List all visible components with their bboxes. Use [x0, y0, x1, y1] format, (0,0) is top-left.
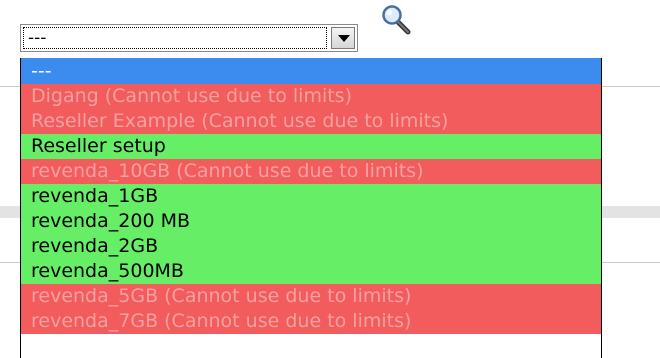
dropdown-option[interactable]: revenda_10GB (Cannot use due to limits): [21, 159, 601, 184]
dropdown-option[interactable]: ---: [21, 58, 601, 84]
dropdown-option[interactable]: revenda_200 MB: [21, 209, 601, 234]
dropdown-options-list[interactable]: --- Digang (Cannot use due to limits) Re…: [20, 58, 602, 358]
dropdown-option[interactable]: revenda_500MB: [21, 259, 601, 284]
dropdown-option[interactable]: Reseller setup: [21, 134, 601, 159]
dropdown-option[interactable]: revenda_1GB: [21, 184, 601, 209]
dropdown-option[interactable]: Digang (Cannot use due to limits): [21, 84, 601, 109]
dropdown-option[interactable]: Reseller Example (Cannot use due to limi…: [21, 109, 601, 134]
page: --- --- Digang (Cannot use due to limits…: [0, 0, 660, 358]
dropdown-option[interactable]: revenda_5GB (Cannot use due to limits): [21, 284, 601, 309]
package-select[interactable]: ---: [20, 24, 358, 52]
dropdown-toggle-button[interactable]: [331, 27, 355, 49]
select-current-value[interactable]: ---: [23, 27, 327, 49]
dropdown-option[interactable]: revenda_7GB (Cannot use due to limits): [21, 309, 601, 334]
dropdown-option[interactable]: revenda_2GB: [21, 234, 601, 259]
search-icon[interactable]: [381, 4, 413, 36]
magnifier-icon: [382, 5, 411, 35]
chevron-down-icon: [338, 35, 350, 42]
